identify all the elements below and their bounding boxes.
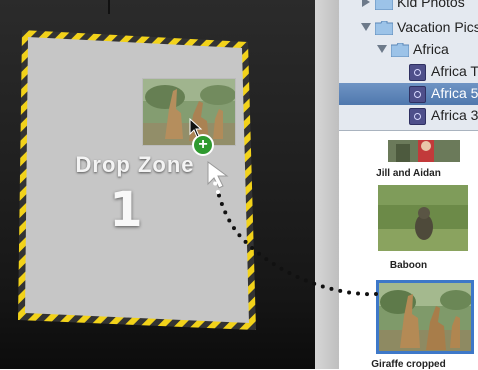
- drag-path: [210, 172, 378, 297]
